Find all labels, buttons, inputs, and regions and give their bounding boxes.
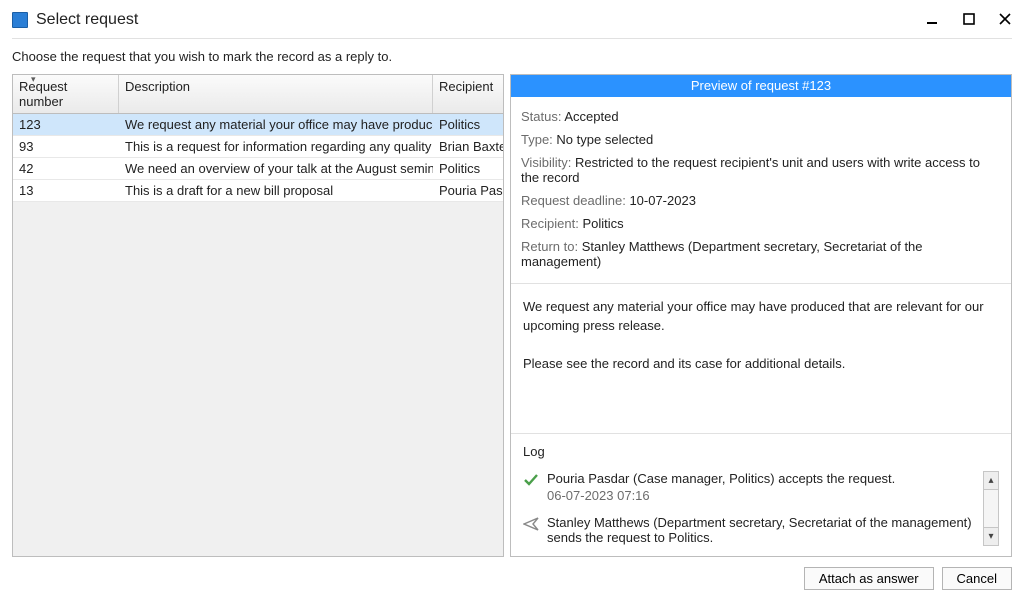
close-button[interactable] (998, 13, 1012, 27)
log-list-wrap: Pouria Pasdar (Case manager, Politics) a… (523, 471, 999, 546)
meta-value: Politics (582, 216, 623, 231)
divider (12, 38, 1012, 39)
log-scrollbar[interactable]: ▴ ▾ (983, 471, 999, 546)
table-row[interactable]: 42We need an overview of your talk at th… (13, 158, 503, 180)
table-row[interactable]: 123We request any material your office m… (13, 114, 503, 136)
column-header-recipient[interactable]: Recipient (433, 75, 503, 113)
meta-label: Visibility: (521, 155, 571, 170)
minimize-button[interactable] (926, 13, 940, 27)
cell-request-number: 123 (13, 114, 119, 135)
content-area: ▾ Request number Description Recipient 1… (12, 74, 1012, 557)
maximize-button[interactable] (962, 13, 976, 27)
requests-table: ▾ Request number Description Recipient 1… (12, 74, 504, 557)
meta-label: Status: (521, 109, 561, 124)
meta-label: Type: (521, 132, 553, 147)
column-label: Request number (19, 79, 67, 109)
app-icon (12, 12, 28, 28)
log-entry-text: Pouria Pasdar (Case manager, Politics) a… (547, 471, 895, 486)
table-row[interactable]: 93This is a request for information rega… (13, 136, 503, 158)
meta-value: Stanley Matthews (Department secretary, … (521, 239, 923, 269)
meta-value: No type selected (556, 132, 653, 147)
meta-value: 10-07-2023 (629, 193, 696, 208)
log-section: Log Pouria Pasdar (Case manager, Politic… (511, 434, 1011, 556)
meta-recipient: Recipient: Politics (521, 212, 1001, 235)
log-entry: Stanley Matthews (Department secretary, … (523, 515, 979, 546)
scroll-up-button[interactable]: ▴ (984, 472, 998, 490)
cell-recipient: Politics (433, 158, 503, 179)
cell-request-number: 13 (13, 180, 119, 201)
column-label: Recipient (439, 79, 493, 94)
meta-visibility: Visibility: Restricted to the request re… (521, 151, 1001, 189)
instruction-text: Choose the request that you wish to mark… (12, 49, 1012, 64)
window-title: Select request (36, 11, 926, 29)
preview-panel: Preview of request #123 Status: Accepted… (510, 74, 1012, 557)
log-entry-text: Stanley Matthews (Department secretary, … (547, 515, 979, 545)
cancel-button[interactable]: Cancel (942, 567, 1012, 590)
cell-recipient: Brian Baxte (433, 136, 503, 157)
log-list: Pouria Pasdar (Case manager, Politics) a… (523, 471, 979, 546)
meta-label: Recipient: (521, 216, 579, 231)
column-header-number[interactable]: ▾ Request number (13, 75, 119, 113)
preview-body: We request any material your office may … (511, 284, 1011, 434)
table-row[interactable]: 13This is a draft for a new bill proposa… (13, 180, 503, 202)
meta-status: Status: Accepted (521, 105, 1001, 128)
column-header-description[interactable]: Description (119, 75, 433, 113)
check-icon (523, 473, 539, 487)
titlebar: Select request (12, 6, 1012, 34)
cell-recipient: Pouria Pasc (433, 180, 503, 201)
log-title: Log (523, 444, 999, 459)
log-entry-time: 06-07-2023 07:16 (547, 488, 895, 503)
meta-value: Accepted (564, 109, 618, 124)
attach-as-answer-button[interactable]: Attach as answer (804, 567, 934, 590)
cell-description: We request any material your office may … (119, 114, 433, 135)
column-label: Description (125, 79, 190, 94)
dialog-buttons: Attach as answer Cancel (12, 567, 1012, 590)
cell-request-number: 93 (13, 136, 119, 157)
window-controls (926, 13, 1012, 27)
meta-label: Request deadline: (521, 193, 626, 208)
meta-deadline: Request deadline: 10-07-2023 (521, 189, 1001, 212)
meta-label: Return to: (521, 239, 578, 254)
log-entry: Pouria Pasdar (Case manager, Politics) a… (523, 471, 979, 503)
preview-meta: Status: Accepted Type: No type selected … (511, 97, 1011, 284)
table-header: ▾ Request number Description Recipient (13, 75, 503, 114)
cell-description: We need an overview of your talk at the … (119, 158, 433, 179)
cell-description: This is a draft for a new bill proposal (119, 180, 433, 201)
meta-value: Restricted to the request recipient's un… (521, 155, 980, 185)
cell-description: This is a request for information regard… (119, 136, 433, 157)
cell-recipient: Politics (433, 114, 503, 135)
meta-return-to: Return to: Stanley Matthews (Department … (521, 235, 1001, 273)
log-entry-body: Stanley Matthews (Department secretary, … (547, 515, 979, 546)
cell-request-number: 42 (13, 158, 119, 179)
sort-indicator-icon: ▾ (31, 74, 36, 85)
log-entry-body: Pouria Pasdar (Case manager, Politics) a… (547, 471, 895, 503)
preview-header: Preview of request #123 (511, 75, 1011, 97)
select-request-window: Select request Choose the request that y… (0, 0, 1024, 600)
send-icon (523, 517, 539, 531)
table-body: 123We request any material your office m… (13, 114, 503, 556)
scroll-down-button[interactable]: ▾ (984, 527, 998, 545)
meta-type: Type: No type selected (521, 128, 1001, 151)
